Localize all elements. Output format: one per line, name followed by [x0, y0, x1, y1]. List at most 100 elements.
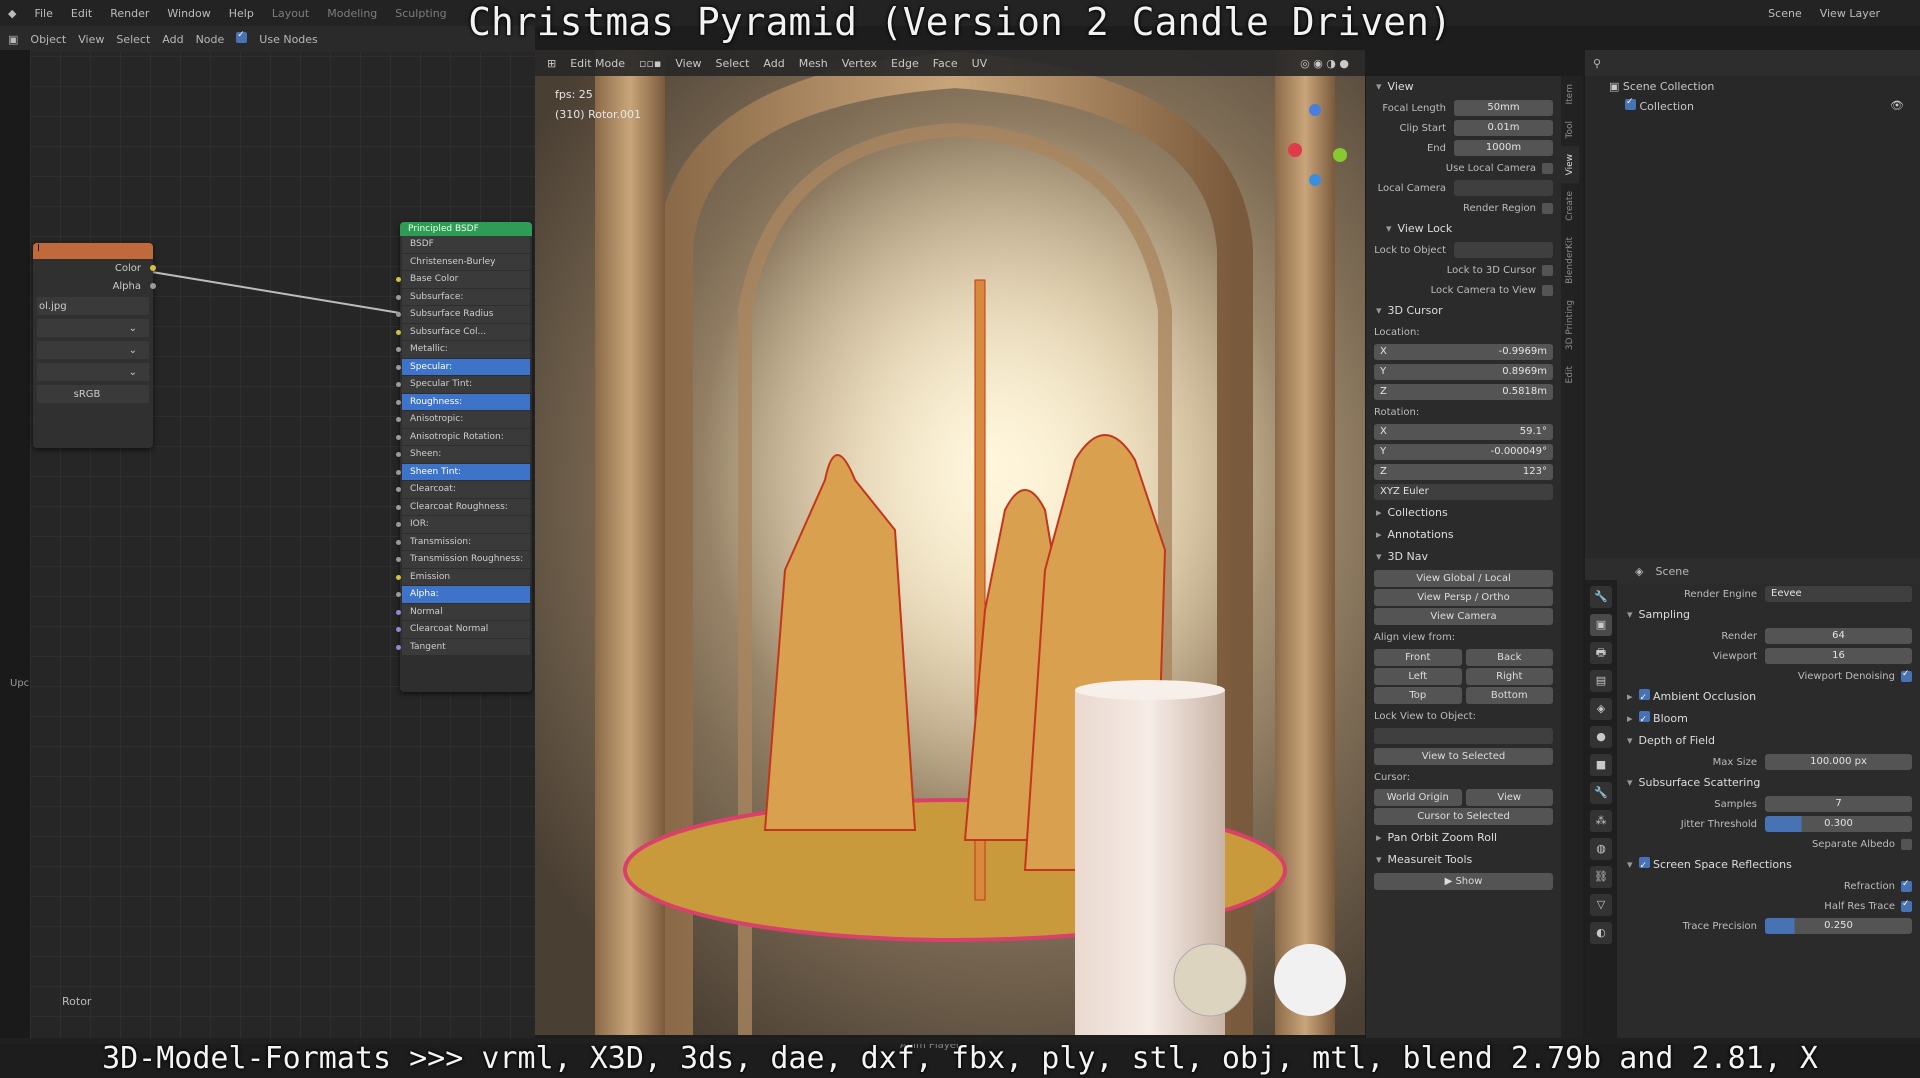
- tab-tool[interactable]: Tool: [1561, 113, 1579, 146]
- align-top-button[interactable]: Top: [1374, 687, 1462, 704]
- cursor-view-button[interactable]: View: [1465, 789, 1553, 806]
- shading-mode-icons[interactable]: ◎ ◉ ◑ ●: [1300, 57, 1349, 70]
- align-front-button[interactable]: Front: [1374, 649, 1462, 666]
- bsdf-input-row[interactable]: Transmission Roughness:: [396, 551, 530, 569]
- view-persp-ortho-button[interactable]: View Persp / Ortho: [1374, 589, 1553, 606]
- filter-icon[interactable]: ⚲: [1593, 57, 1601, 70]
- input-socket[interactable]: [396, 452, 401, 457]
- constraints-tab-icon[interactable]: ⛓: [1590, 866, 1612, 888]
- 3d-nav-header[interactable]: ▾ 3D Nav: [1366, 546, 1561, 568]
- align-bottom-button[interactable]: Bottom: [1465, 687, 1553, 704]
- lock-camera-checkbox[interactable]: Lock Camera to View: [1366, 280, 1561, 300]
- input-socket[interactable]: [396, 504, 401, 510]
- lock-view-object-field[interactable]: [1366, 726, 1561, 746]
- bsdf-input-row[interactable]: Tangent: [396, 638, 530, 656]
- ssr-header[interactable]: ▾ Screen Space Reflections: [1617, 854, 1920, 877]
- menu-edge[interactable]: Edge: [891, 57, 919, 70]
- measureit-show-button[interactable]: ▶ Show: [1374, 873, 1553, 890]
- tab-edit[interactable]: Edit: [1561, 358, 1579, 391]
- output-tab-icon[interactable]: 🖶: [1590, 642, 1612, 664]
- input-socket[interactable]: [396, 329, 401, 335]
- menu-window[interactable]: Window: [167, 7, 210, 20]
- bsdf-input-row[interactable]: Clearcoat:: [396, 481, 530, 499]
- max-size-field[interactable]: Max Size 100.000 px: [1617, 752, 1920, 772]
- bsdf-input-row[interactable]: Anisotropic:: [396, 411, 530, 429]
- collections-header[interactable]: ▸ Collections: [1366, 502, 1561, 524]
- jitter-threshold-field[interactable]: Jitter Threshold 0.300: [1617, 814, 1920, 834]
- world-origin-button[interactable]: World Origin: [1374, 789, 1462, 806]
- data-tab-icon[interactable]: ▽: [1590, 894, 1612, 916]
- render-engine-dropdown[interactable]: Render Engine Eevee: [1617, 584, 1920, 604]
- outliner[interactable]: ⚲ ▣ Scene Collection Collection👁: [1585, 50, 1920, 558]
- use-nodes-checkbox[interactable]: [236, 30, 248, 46]
- input-socket[interactable]: [396, 592, 401, 597]
- viewport-denoising-checkbox[interactable]: Viewport Denoising: [1617, 666, 1920, 686]
- interpolation-dropdown[interactable]: ⌄: [37, 319, 149, 337]
- input-socket[interactable]: [396, 382, 401, 387]
- menu-view[interactable]: View: [675, 57, 701, 70]
- lock-to-cursor-checkbox[interactable]: Lock to 3D Cursor: [1366, 260, 1561, 280]
- bsdf-input-row[interactable]: Emission: [396, 568, 530, 586]
- local-camera-field[interactable]: Local Camera: [1366, 178, 1561, 198]
- blender-logo-icon[interactable]: ◆: [8, 7, 16, 20]
- menu-add[interactable]: Add: [162, 33, 183, 46]
- menu-add[interactable]: Add: [763, 57, 784, 70]
- world-tab-icon[interactable]: ●: [1590, 726, 1612, 748]
- render-samples-field[interactable]: Render 64: [1617, 626, 1920, 646]
- physics-tab-icon[interactable]: ◍: [1590, 838, 1612, 860]
- projection-dropdown[interactable]: ⌄: [37, 341, 149, 359]
- input-socket[interactable]: [396, 522, 401, 527]
- menu-help[interactable]: Help: [229, 7, 254, 20]
- tab-3d-printing[interactable]: 3D Printing: [1561, 292, 1579, 358]
- view-section-header[interactable]: ▾ View: [1366, 76, 1561, 98]
- input-socket[interactable]: [396, 469, 401, 475]
- cursor-rot-y[interactable]: Y -0.000049°: [1366, 442, 1561, 462]
- eye-icon[interactable]: 👁: [1890, 99, 1904, 113]
- view-to-selected-button[interactable]: View to Selected: [1374, 748, 1553, 765]
- bsdf-input-row[interactable]: BSDF: [402, 236, 530, 254]
- sampling-header[interactable]: ▾ Sampling: [1617, 604, 1920, 626]
- align-left-button[interactable]: Left: [1374, 668, 1462, 685]
- lock-to-object-field[interactable]: Lock to Object: [1366, 240, 1561, 260]
- cursor-to-selected-button[interactable]: Cursor to Selected: [1374, 808, 1553, 825]
- align-right-button[interactable]: Right: [1465, 668, 1553, 685]
- editor-type-icon[interactable]: ▣: [8, 33, 18, 46]
- menu-face[interactable]: Face: [933, 57, 958, 70]
- menu-edit[interactable]: Edit: [71, 7, 92, 20]
- input-socket[interactable]: [396, 609, 401, 615]
- menu-render[interactable]: Render: [110, 7, 149, 20]
- modifier-tab-icon[interactable]: 🔧: [1590, 782, 1612, 804]
- clip-start-field[interactable]: Clip Start 0.01m: [1366, 118, 1561, 138]
- workspace-tab-layout[interactable]: Layout: [272, 7, 309, 20]
- scene-tab-icon[interactable]: ◈: [1590, 698, 1612, 720]
- input-socket[interactable]: [396, 277, 401, 282]
- bsdf-input-row[interactable]: Subsurface Col...: [396, 323, 530, 341]
- input-socket[interactable]: [396, 294, 401, 300]
- material-tab-icon[interactable]: ◐: [1590, 922, 1612, 944]
- tab-item[interactable]: Item: [1561, 76, 1579, 113]
- bsdf-input-row[interactable]: Clearcoat Normal: [396, 621, 530, 639]
- separate-albedo-checkbox[interactable]: Separate Albedo: [1617, 834, 1920, 854]
- cursor-loc-y[interactable]: Y 0.8969m: [1366, 362, 1561, 382]
- principled-bsdf-node[interactable]: Principled BSDF BSDF Christensen-Burley Ba…: [396, 222, 532, 692]
- input-socket[interactable]: [396, 644, 401, 650]
- collection-row[interactable]: Collection👁: [1585, 97, 1920, 115]
- gizmo-y-icon[interactable]: [1333, 148, 1347, 162]
- bsdf-input-row[interactable]: Normal: [396, 603, 530, 621]
- cursor-loc-x[interactable]: X -0.9969m: [1366, 342, 1561, 362]
- gizmo-z-icon[interactable]: [1309, 104, 1321, 116]
- bloom-header[interactable]: ▸ Bloom: [1617, 708, 1920, 731]
- edit-mode-dropdown[interactable]: Edit Mode: [570, 57, 625, 70]
- workspace-tab-sculpting[interactable]: Sculpting: [395, 7, 446, 20]
- bsdf-input-row[interactable]: Subsurface:: [396, 288, 530, 306]
- bsdf-input-row[interactable]: Alpha:: [396, 586, 530, 604]
- image-node-header[interactable]: I: [33, 243, 153, 259]
- input-socket[interactable]: [396, 312, 401, 317]
- tab-blenderkit[interactable]: BlenderKit: [1561, 229, 1579, 292]
- measureit-header[interactable]: ▾ Measureit Tools: [1366, 849, 1561, 871]
- input-socket[interactable]: [396, 347, 401, 352]
- cursor-rot-x[interactable]: X 59.1°: [1366, 422, 1561, 442]
- input-socket[interactable]: [396, 574, 401, 580]
- tab-view[interactable]: View: [1561, 145, 1579, 184]
- view-layer-tab-icon[interactable]: ▤: [1590, 670, 1612, 692]
